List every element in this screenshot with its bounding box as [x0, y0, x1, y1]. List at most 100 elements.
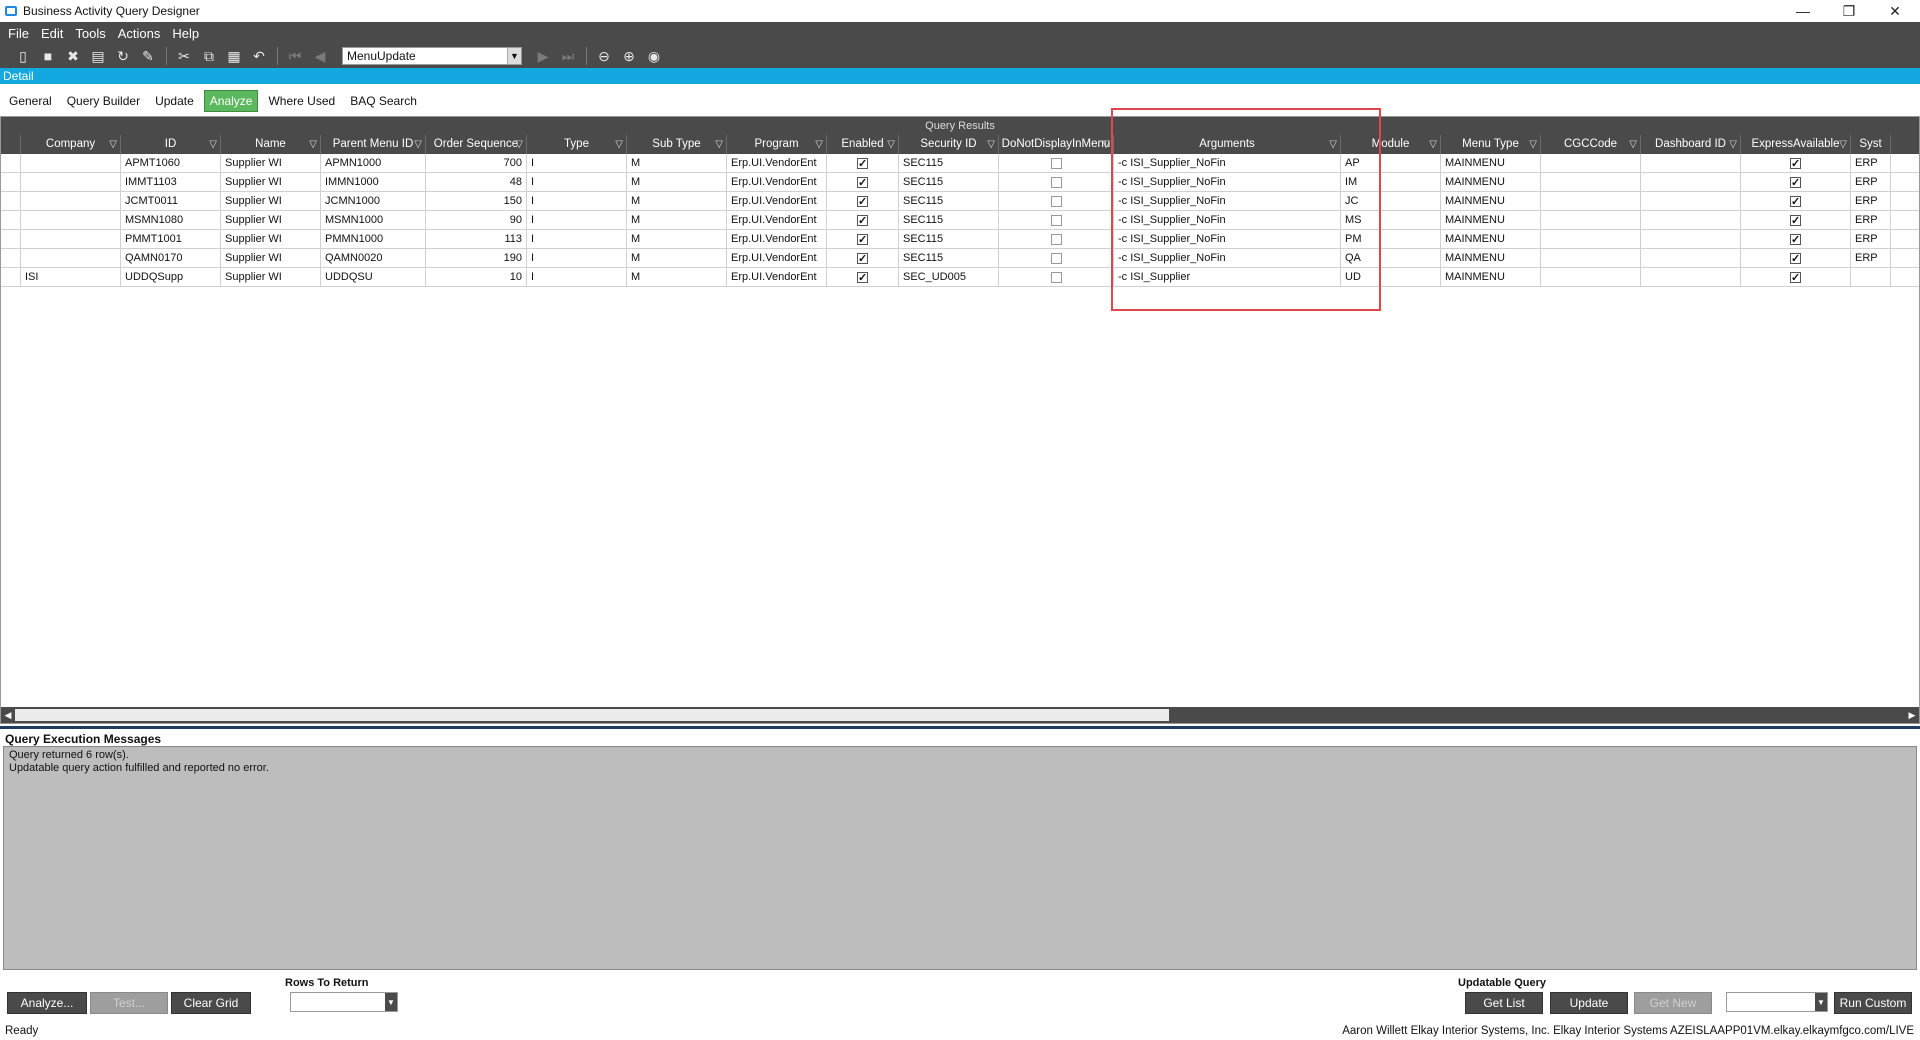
column-header[interactable]: Dashboard ID ▽	[1641, 135, 1741, 154]
horizontal-scrollbar[interactable]: ◀ ▶	[1, 707, 1919, 723]
checkbox[interactable]	[1790, 231, 1801, 248]
scroll-right-icon[interactable]: ▶	[1905, 707, 1919, 723]
checkbox[interactable]	[1050, 157, 1062, 169]
row-selector[interactable]	[1, 192, 21, 210]
row-selector[interactable]	[1, 173, 21, 191]
cell-enabled[interactable]	[827, 249, 899, 267]
row-selector[interactable]	[1, 211, 21, 229]
panel-splitter[interactable]	[0, 726, 1920, 729]
get-new-button[interactable]: Get New	[1634, 992, 1712, 1014]
column-header[interactable]: Security ID ▽	[899, 135, 999, 154]
row-selector[interactable]	[1, 268, 21, 286]
cell-enabled[interactable]	[827, 154, 899, 172]
filter-icon[interactable]: ▽	[109, 135, 117, 154]
record-combo[interactable]: MenuUpdate ▼	[342, 47, 522, 65]
menu-help[interactable]: Help	[172, 26, 199, 41]
filter-icon[interactable]: ▽	[887, 135, 895, 154]
filter-icon[interactable]: ▽	[1429, 135, 1437, 154]
cell-dndim[interactable]	[999, 192, 1114, 210]
cell-enabled[interactable]	[827, 173, 899, 191]
next-record-icon[interactable]: ▶	[534, 47, 552, 65]
filter-icon[interactable]: ▽	[815, 135, 823, 154]
tab-analyze[interactable]: Analyze	[203, 90, 259, 112]
brush-icon[interactable]: ✎	[139, 47, 157, 65]
close-button[interactable]: ✕	[1872, 0, 1918, 22]
cell-dndim[interactable]	[999, 268, 1114, 286]
save-icon[interactable]: ■	[39, 47, 57, 65]
filter-icon[interactable]: ▽	[1729, 135, 1737, 154]
restore-button[interactable]: ❐	[1826, 0, 1872, 22]
cell-dndim[interactable]	[999, 211, 1114, 229]
checkbox[interactable]	[1790, 269, 1801, 286]
paste-icon[interactable]: ▦	[225, 47, 243, 65]
filter-icon[interactable]: ▽	[1102, 135, 1110, 154]
checkbox[interactable]	[1790, 250, 1801, 267]
menu-actions[interactable]: Actions	[118, 26, 161, 41]
column-header[interactable]: Sub Type ▽	[627, 135, 727, 154]
column-header[interactable]: Order Sequence ▽	[426, 135, 527, 154]
checkbox[interactable]	[1050, 195, 1062, 207]
checkbox[interactable]	[1050, 252, 1062, 264]
update-button[interactable]: Update	[1550, 992, 1628, 1014]
chevron-down-icon[interactable]: ▼	[1815, 993, 1827, 1011]
table-row[interactable]: ISI UDDQSupp Supplier WI UDDQSU 10 I M Erp.UI.V…	[1, 268, 1919, 287]
cell-express[interactable]	[1741, 230, 1851, 248]
clear-grid-button[interactable]: Clear Grid	[171, 992, 251, 1014]
tab-update[interactable]: Update	[150, 91, 199, 111]
cell-express[interactable]	[1741, 268, 1851, 286]
menu-file[interactable]: File	[8, 26, 29, 41]
cell-dndim[interactable]	[999, 249, 1114, 267]
cell-express[interactable]	[1741, 192, 1851, 210]
test-button[interactable]: Test...	[90, 992, 168, 1014]
filter-icon[interactable]: ▽	[1839, 135, 1847, 154]
rows-to-return-combo[interactable]: ▼	[290, 992, 398, 1012]
filter-icon[interactable]: ▽	[209, 135, 217, 154]
row-selector[interactable]	[1, 249, 21, 267]
checkbox[interactable]	[1790, 212, 1801, 229]
checkbox[interactable]	[857, 269, 868, 286]
clipboard-icon[interactable]: ▤	[89, 47, 107, 65]
column-header[interactable]: Program ▽	[727, 135, 827, 154]
filter-icon[interactable]: ▽	[309, 135, 317, 154]
menu-tools[interactable]: Tools	[75, 26, 105, 41]
column-header[interactable]: Type ▽	[527, 135, 627, 154]
chevron-down-icon[interactable]: ▼	[507, 48, 521, 64]
checkbox[interactable]	[857, 155, 868, 172]
filter-icon[interactable]: ▽	[615, 135, 623, 154]
column-header[interactable]: ID ▽	[121, 135, 221, 154]
table-row[interactable]: IMMT1103 Supplier WI IMMN1000 48 I M Erp.UI.Ve…	[1, 173, 1919, 192]
tab-general[interactable]: General	[4, 91, 57, 111]
cell-express[interactable]	[1741, 249, 1851, 267]
run-custom-button[interactable]: Run Custom	[1834, 992, 1912, 1014]
cell-enabled[interactable]	[827, 211, 899, 229]
table-row[interactable]: APMT1060 Supplier WI APMN1000 700 I M Erp.UI.V…	[1, 154, 1919, 173]
delete-icon[interactable]: ✖	[64, 47, 82, 65]
column-header[interactable]: Enabled ▽	[827, 135, 899, 154]
refresh-icon[interactable]: ↻	[114, 47, 132, 65]
checkbox[interactable]	[1050, 271, 1062, 283]
column-header[interactable]: DoNotDisplayInMenu ▽	[999, 135, 1114, 154]
checkbox[interactable]	[857, 250, 868, 267]
undo-icon[interactable]: ↶	[250, 47, 268, 65]
table-row[interactable]: MSMN1080 Supplier WI MSMN1000 90 I M Erp.UI.Ve…	[1, 211, 1919, 230]
first-record-icon[interactable]: ⏮	[286, 47, 304, 65]
table-row[interactable]: PMMT1001 Supplier WI PMMN1000 113 I M Erp.UI.V…	[1, 230, 1919, 249]
filter-icon[interactable]: ▽	[1529, 135, 1537, 154]
chevron-down-icon[interactable]: ▼	[385, 993, 397, 1011]
checkbox[interactable]	[1050, 214, 1062, 226]
table-row[interactable]: JCMT0011 Supplier WI JCMN1000 150 I M Erp.UI.V…	[1, 192, 1919, 211]
cell-express[interactable]	[1741, 154, 1851, 172]
checkbox[interactable]	[1790, 174, 1801, 191]
minimize-button[interactable]: —	[1780, 0, 1826, 22]
get-list-button[interactable]: Get List	[1465, 992, 1543, 1014]
cell-express[interactable]	[1741, 211, 1851, 229]
tab-baq-search[interactable]: BAQ Search	[345, 91, 422, 111]
column-header[interactable]: Menu Type ▽	[1441, 135, 1541, 154]
row-selector[interactable]	[1, 230, 21, 248]
column-header[interactable]: Name ▽	[221, 135, 321, 154]
custom-action-combo[interactable]: ▼	[1726, 992, 1828, 1012]
checkbox[interactable]	[1790, 155, 1801, 172]
column-header[interactable]: Arguments ▽	[1114, 135, 1341, 154]
scroll-left-icon[interactable]: ◀	[1, 707, 15, 723]
tab-query-builder[interactable]: Query Builder	[62, 91, 145, 111]
